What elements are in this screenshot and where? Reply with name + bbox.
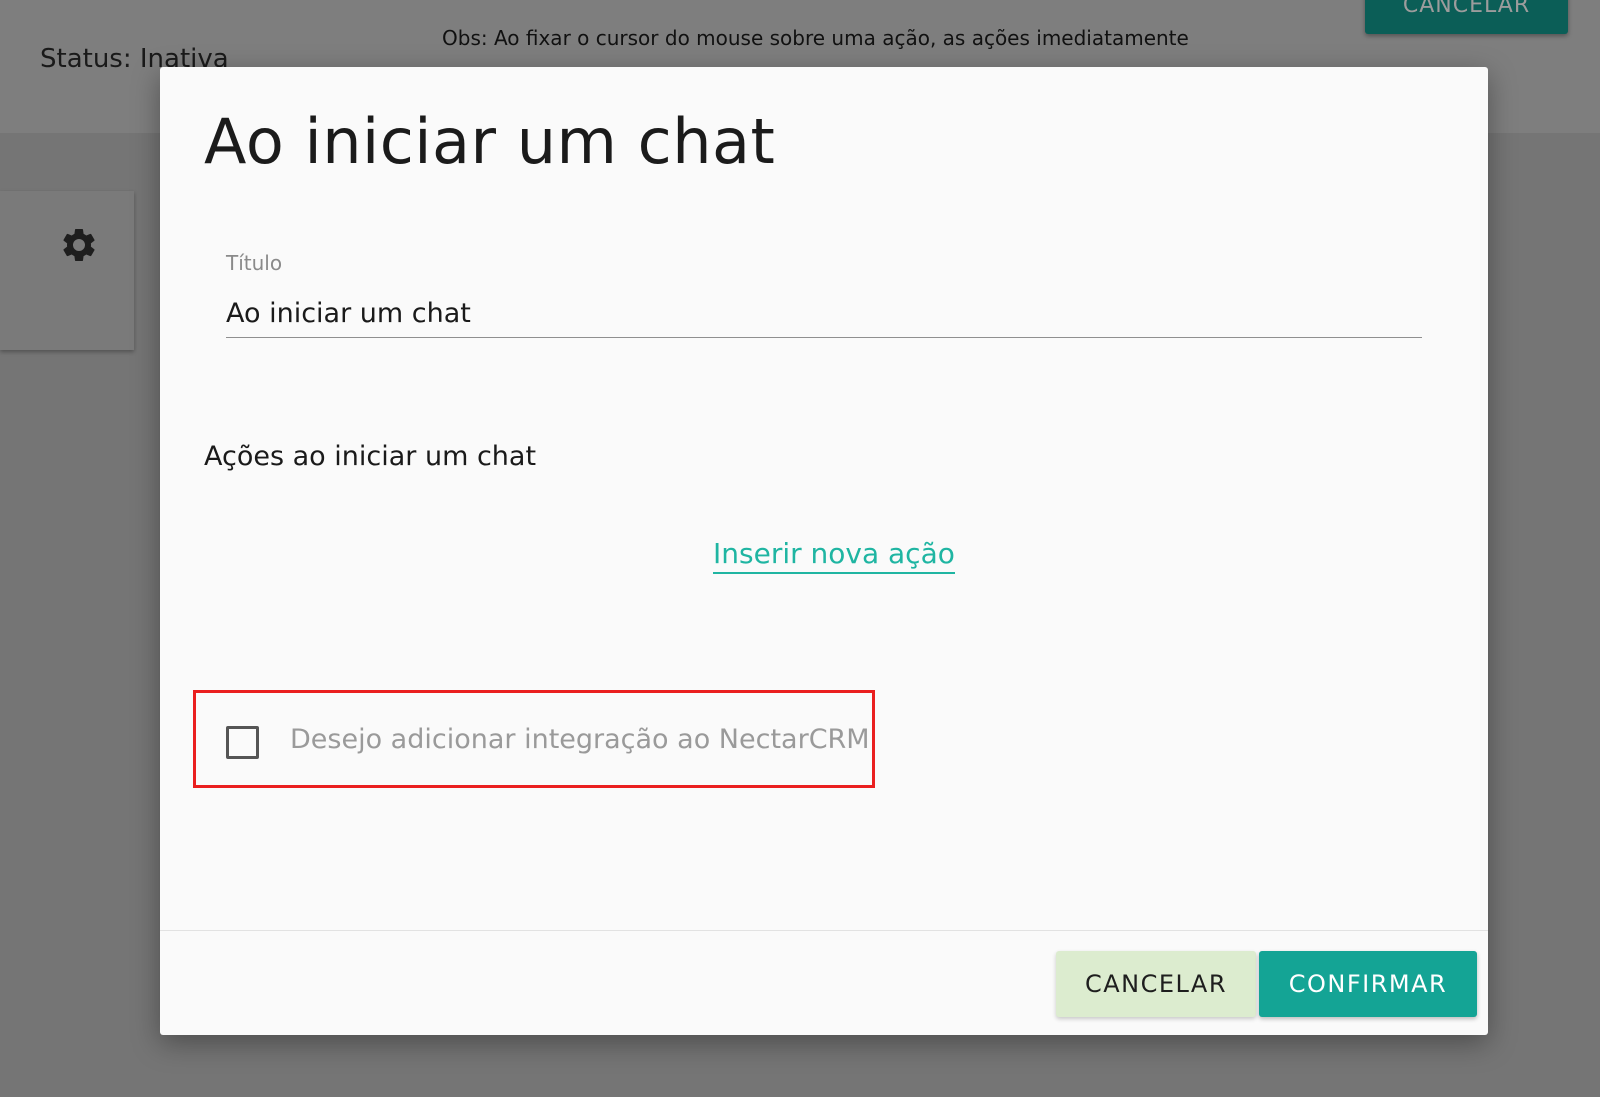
confirm-button[interactable]: CONFIRMAR — [1259, 951, 1477, 1017]
title-field-label: Título — [226, 251, 283, 275]
nectar-integration-checkbox[interactable] — [226, 726, 259, 759]
cancel-button[interactable]: CANCELAR — [1056, 951, 1256, 1017]
dialog-title: Ao iniciar um chat — [204, 105, 776, 178]
title-input[interactable] — [226, 289, 1422, 338]
insert-new-action-link[interactable]: Inserir nova ação — [713, 537, 955, 574]
footer-divider — [160, 930, 1488, 931]
nectar-integration-label[interactable]: Desejo adicionar integração ao NectarCRM — [290, 724, 870, 755]
top-cancel-button[interactable]: CANCELAR — [1365, 0, 1568, 34]
actions-heading: Ações ao iniciar um chat — [204, 441, 537, 472]
settings-card — [0, 191, 134, 350]
gear-icon[interactable] — [59, 225, 99, 265]
start-chat-dialog: Ao iniciar um chat Título Ações ao inici… — [160, 67, 1488, 1035]
obs-note: Obs: Ao fixar o cursor do mouse sobre um… — [442, 26, 1189, 50]
